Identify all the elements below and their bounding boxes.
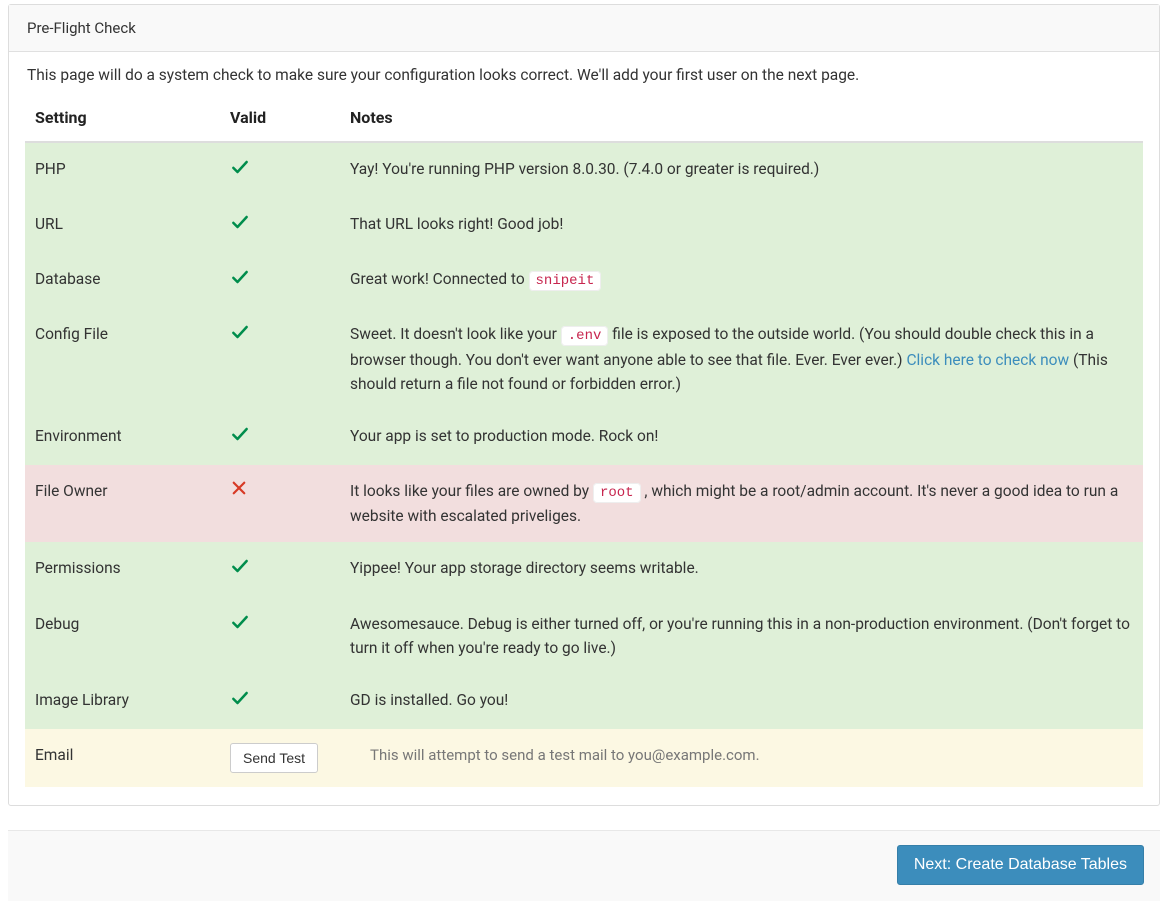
valid-cell [220,142,340,198]
note-text: Sweet. It doesn't look like your [350,325,561,343]
setting-label: File Owner [25,465,220,543]
note-text: Great work! Connected to [350,270,529,288]
note-text: This will attempt to send a test mail to… [350,746,760,764]
check-env-link[interactable]: Click here to check now [906,351,1069,369]
code-snippet: root [593,483,641,503]
row-config: Config File Sweet. It doesn't look like … [25,308,1143,410]
code-snippet: snipeit [529,271,602,291]
valid-cell [220,598,340,674]
notes-cell: This will attempt to send a test mail to… [340,729,1143,787]
check-icon [230,267,250,287]
notes-cell: GD is installed. Go you! [340,674,1143,729]
setting-label: Email [25,729,220,787]
valid-cell [220,542,340,597]
setting-label: Permissions [25,542,220,597]
row-email: Email Send Test This will attempt to sen… [25,729,1143,787]
row-url: URL That URL looks right! Good job! [25,198,1143,253]
notes-cell: It looks like your files are owned by ro… [340,465,1143,543]
row-php: PHP Yay! You're running PHP version 8.0.… [25,142,1143,198]
code-snippet: .env [561,326,609,346]
notes-cell: Your app is set to production mode. Rock… [340,410,1143,465]
row-database: Database Great work! Connected to snipei… [25,253,1143,308]
valid-cell [220,198,340,253]
notes-cell: Sweet. It doesn't look like your .env fi… [340,308,1143,410]
panel-title: Pre-Flight Check [9,5,1159,52]
note-text: It looks like your files are owned by [350,482,593,500]
check-icon [230,424,250,444]
send-test-button[interactable]: Send Test [230,743,318,773]
setting-label: Environment [25,410,220,465]
notes-cell: Yay! You're running PHP version 8.0.30. … [340,142,1143,198]
setting-label: Database [25,253,220,308]
notes-cell: Great work! Connected to snipeit [340,253,1143,308]
row-environment: Environment Your app is set to productio… [25,410,1143,465]
valid-cell [220,410,340,465]
setting-label: Config File [25,308,220,410]
intro-text: This page will do a system check to make… [9,52,1159,98]
valid-cell [220,308,340,410]
x-icon [230,479,250,499]
row-debug: Debug Awesomesauce. Debug is either turn… [25,598,1143,674]
row-permissions: Permissions Yippee! Your app storage dir… [25,542,1143,597]
column-notes: Notes [340,98,1143,142]
check-icon [230,556,250,576]
check-icon [230,688,250,708]
setting-label: URL [25,198,220,253]
check-icon [230,157,250,177]
valid-cell: Send Test [220,729,340,787]
column-setting: Setting [25,98,220,142]
next-button[interactable]: Next: Create Database Tables [897,845,1144,885]
footer-bar: Next: Create Database Tables [8,830,1160,901]
checks-table: Setting Valid Notes PHP Yay! You're runn… [25,98,1143,787]
notes-cell: Awesomesauce. Debug is either turned off… [340,598,1143,674]
check-icon [230,212,250,232]
preflight-panel: Pre-Flight Check This page will do a sys… [8,4,1160,806]
valid-cell [220,674,340,729]
setting-label: Image Library [25,674,220,729]
check-icon [230,322,250,342]
valid-cell [220,253,340,308]
row-fileowner: File Owner It looks like your files are … [25,465,1143,543]
check-icon [230,612,250,632]
notes-cell: That URL looks right! Good job! [340,198,1143,253]
column-valid: Valid [220,98,340,142]
row-imagelib: Image Library GD is installed. Go you! [25,674,1143,729]
notes-cell: Yippee! Your app storage directory seems… [340,542,1143,597]
valid-cell [220,465,340,543]
setting-label: Debug [25,598,220,674]
setting-label: PHP [25,142,220,198]
